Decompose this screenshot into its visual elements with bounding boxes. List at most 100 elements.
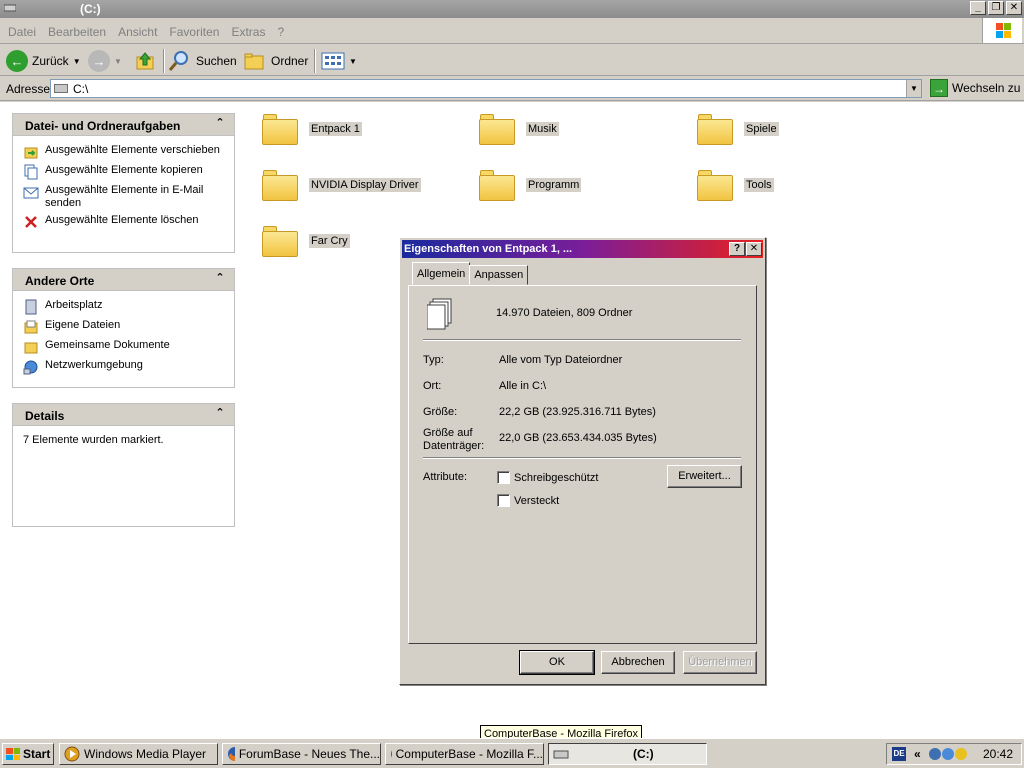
place-label: Arbeitsplatz bbox=[45, 299, 103, 311]
folder-icon bbox=[696, 168, 734, 202]
folder-icon bbox=[261, 112, 299, 146]
taskbar-item-explorer[interactable]: (C:) bbox=[548, 743, 707, 765]
collapse-icon[interactable]: ⌃ bbox=[214, 407, 226, 419]
my-documents-link[interactable]: Eigene Dateien bbox=[23, 319, 228, 335]
my-computer-link[interactable]: Arbeitsplatz bbox=[23, 299, 228, 315]
folder-item[interactable]: Programm bbox=[478, 168, 582, 202]
dialog-titlebar[interactable]: Eigenschaften von Entpack 1, ... ? ✕ bbox=[402, 240, 763, 258]
apply-button[interactable]: Übernehmen bbox=[683, 651, 757, 674]
back-button[interactable]: ← Zurück ▼ bbox=[6, 48, 81, 74]
taskbar-item-media-player[interactable]: Windows Media Player bbox=[59, 743, 218, 765]
start-button[interactable]: Start bbox=[2, 743, 54, 765]
address-dropdown-button[interactable]: ▼ bbox=[906, 80, 921, 97]
folder-item[interactable]: Far Cry bbox=[261, 224, 350, 258]
hidden-checkbox[interactable] bbox=[497, 494, 510, 507]
drive-icon[interactable] bbox=[4, 3, 16, 13]
window-titlebar[interactable]: (C:) _ ❐ ✕ bbox=[0, 0, 1024, 18]
folder-label: Spiele bbox=[744, 122, 779, 136]
taskbar-item-forumbase[interactable]: ForumBase - Neues The... bbox=[222, 743, 381, 765]
folders-button[interactable]: Ordner bbox=[243, 48, 308, 74]
go-button[interactable]: → Wechseln zu bbox=[930, 79, 1020, 97]
drive-icon bbox=[54, 84, 68, 93]
details-panel: Details ⌃ 7 Elemente wurden markiert. bbox=[12, 403, 235, 527]
show-hidden-icons-button[interactable]: « bbox=[914, 747, 921, 761]
readonly-label[interactable]: Schreibgeschützt bbox=[514, 472, 598, 484]
up-folder-button[interactable] bbox=[134, 48, 156, 74]
task-label: ForumBase - Neues The... bbox=[238, 747, 380, 761]
media-player-icon bbox=[64, 746, 80, 762]
other-places-panel: Andere Orte ⌃ Arbeitsplatz Eigene Dateie… bbox=[12, 268, 235, 388]
go-label: Wechseln zu bbox=[952, 81, 1021, 95]
details-text: 7 Elemente wurden markiert. bbox=[23, 434, 164, 446]
email-items-link[interactable]: Ausgewählte Elemente in E-Mail senden bbox=[23, 184, 228, 210]
dialog-close-button[interactable]: ✕ bbox=[746, 242, 762, 256]
maximize-button[interactable]: ❐ bbox=[988, 1, 1004, 15]
tab-customize[interactable]: Anpassen bbox=[469, 265, 529, 285]
chevron-down-icon[interactable]: ▼ bbox=[73, 57, 81, 66]
folder-icon bbox=[478, 168, 516, 202]
address-bar: Adresse C:\ ▼ → Wechseln zu bbox=[0, 77, 1024, 101]
computer-icon bbox=[23, 299, 39, 315]
task-label: Ausgewählte Elemente verschieben bbox=[45, 144, 220, 156]
details-header[interactable]: Details ⌃ bbox=[13, 404, 234, 426]
views-icon bbox=[321, 52, 345, 70]
move-items-link[interactable]: Ausgewählte Elemente verschieben bbox=[23, 144, 228, 160]
panel-title: Andere Orte bbox=[25, 274, 95, 288]
taskbar-item-computerbase[interactable]: ComputerBase - Mozilla F... bbox=[385, 743, 544, 765]
readonly-checkbox[interactable] bbox=[497, 471, 510, 484]
other-places-header[interactable]: Andere Orte ⌃ bbox=[13, 269, 234, 291]
network-tray-icon[interactable] bbox=[929, 748, 941, 760]
delete-items-link[interactable]: Ausgewählte Elemente löschen bbox=[23, 214, 228, 230]
system-tray: DE « 20:42 bbox=[886, 743, 1022, 765]
collapse-icon[interactable]: ⌃ bbox=[214, 117, 226, 129]
minimize-button[interactable]: _ bbox=[970, 1, 986, 15]
folder-item[interactable]: NVIDIA Display Driver bbox=[261, 168, 421, 202]
place-label: Eigene Dateien bbox=[45, 319, 121, 331]
folder-label: Musik bbox=[526, 122, 559, 136]
folder-item[interactable]: Musik bbox=[478, 112, 559, 146]
folder-label: NVIDIA Display Driver bbox=[309, 178, 421, 192]
location-label: Ort: bbox=[423, 380, 442, 392]
copy-items-link[interactable]: Ausgewählte Elemente kopieren bbox=[23, 164, 228, 180]
hidden-label[interactable]: Versteckt bbox=[514, 495, 559, 507]
ok-button[interactable]: OK bbox=[519, 650, 595, 675]
chevron-down-icon[interactable]: ▼ bbox=[114, 57, 122, 66]
menu-edit[interactable]: Bearbeiten bbox=[42, 25, 112, 39]
folder-item[interactable]: Tools bbox=[696, 168, 774, 202]
move-icon bbox=[23, 144, 39, 160]
clock[interactable]: 20:42 bbox=[983, 747, 1013, 761]
attributes-label: Attribute: bbox=[423, 471, 468, 483]
monitor-tray-icon[interactable] bbox=[942, 748, 954, 760]
language-indicator[interactable]: DE bbox=[892, 747, 906, 761]
notification-tray-icon[interactable] bbox=[955, 748, 967, 760]
tab-general[interactable]: Allgemein bbox=[412, 262, 471, 285]
forward-arrow-icon: → bbox=[88, 50, 110, 72]
folder-label: Entpack 1 bbox=[309, 122, 362, 136]
forward-button[interactable]: → ▼ bbox=[88, 48, 122, 74]
cancel-button[interactable]: Abbrechen bbox=[601, 651, 675, 674]
menu-extras[interactable]: Extras bbox=[225, 25, 271, 39]
folder-item[interactable]: Entpack 1 bbox=[261, 112, 362, 146]
advanced-button[interactable]: Erweitert... bbox=[667, 465, 742, 488]
search-button[interactable]: Suchen bbox=[168, 48, 237, 74]
help-button[interactable]: ? bbox=[729, 242, 745, 256]
general-tab-panel: 14.970 Dateien, 809 Ordner Typ: Alle vom… bbox=[408, 285, 757, 644]
folder-item[interactable]: Spiele bbox=[696, 112, 779, 146]
task-label: ComputerBase - Mozilla F... bbox=[395, 747, 543, 761]
firefox-icon bbox=[391, 751, 392, 757]
network-places-link[interactable]: Netzwerkumgebung bbox=[23, 359, 228, 375]
task-label: Ausgewählte Elemente löschen bbox=[45, 214, 199, 226]
file-folder-tasks-header[interactable]: Datei- und Ordneraufgaben ⌃ bbox=[13, 114, 234, 136]
menu-file[interactable]: Datei bbox=[2, 25, 42, 39]
menu-favorites[interactable]: Favoriten bbox=[163, 25, 225, 39]
menu-view[interactable]: Ansicht bbox=[112, 25, 163, 39]
views-button[interactable]: ▼ bbox=[321, 48, 357, 74]
collapse-icon[interactable]: ⌃ bbox=[214, 272, 226, 284]
menu-help[interactable]: ? bbox=[271, 25, 290, 39]
place-label: Gemeinsame Dokumente bbox=[45, 339, 170, 351]
address-input[interactable]: C:\ ▼ bbox=[50, 79, 922, 98]
chevron-down-icon[interactable]: ▼ bbox=[349, 57, 357, 66]
shared-documents-link[interactable]: Gemeinsame Dokumente bbox=[23, 339, 228, 355]
email-icon bbox=[23, 184, 39, 200]
close-button[interactable]: ✕ bbox=[1006, 1, 1022, 15]
